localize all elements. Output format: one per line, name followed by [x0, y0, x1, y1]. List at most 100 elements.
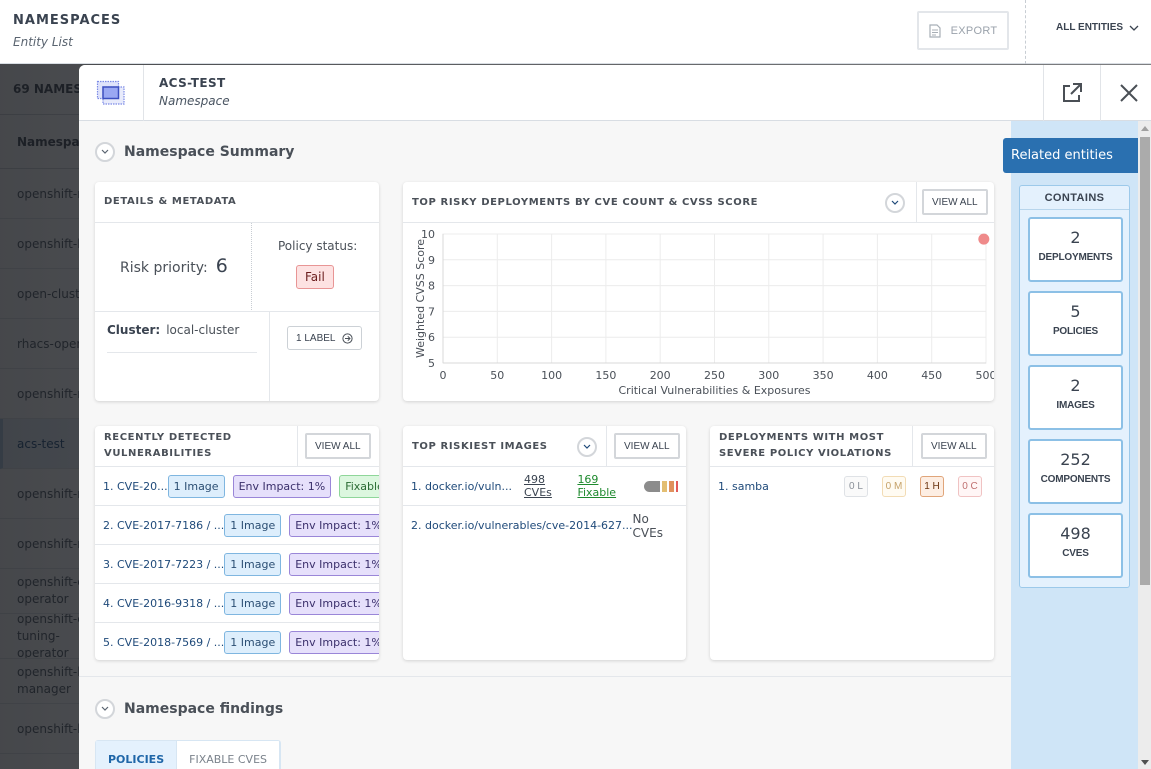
all-entities-label: ALL ENTITIES: [1056, 22, 1124, 33]
divider: [269, 311, 270, 401]
risky-deployments-chart-card: TOP RISKY DEPLOYMENTS BY CVE COUNT & CVS…: [403, 182, 994, 401]
cluster-info: Cluster: local-cluster: [107, 323, 239, 337]
tile-label: CVES: [1062, 548, 1089, 559]
view-all-button[interactable]: VIEW ALL: [921, 433, 987, 459]
critical-severity-count: 0 C: [958, 476, 982, 497]
divider: [95, 311, 379, 312]
chevron-down-icon: [1129, 25, 1139, 31]
tile-count: 252: [1060, 450, 1091, 469]
labels-button-text: 1 LABEL: [296, 332, 336, 344]
header-divider: [1025, 0, 1026, 64]
cve-link[interactable]: 4. CVE-2016-9318 / ...: [103, 597, 224, 610]
x-tick-label: 150: [595, 369, 616, 382]
card-title: TOP RISKY DEPLOYMENTS BY CVE COUNT & CVS…: [412, 197, 759, 208]
fixable-badge: Fixable: [339, 474, 379, 498]
page-title: NAMESPACES: [13, 13, 122, 28]
x-tick-label: 450: [921, 369, 942, 382]
medium-severity-count: 0 M: [882, 476, 906, 497]
card-title: DETAILS & METADATA: [104, 196, 237, 207]
card-title-line: RECENTLY DETECTED: [104, 432, 232, 443]
policy-status-badge: Fail: [296, 265, 334, 289]
deployment-link[interactable]: 1. samba: [718, 480, 830, 493]
scroll-down-arrow-icon[interactable]: [1141, 760, 1149, 765]
cve-link[interactable]: 3. CVE-2017-7223 / ...: [103, 558, 224, 571]
related-entities-title: Related entities: [1003, 138, 1138, 173]
no-cves-status: No CVEs: [632, 511, 663, 540]
divider: [297, 426, 298, 467]
cve-link[interactable]: 2. CVE-2017-7186 / ...: [103, 519, 224, 532]
card-header: TOP RISKIEST IMAGES VIEW ALL: [403, 426, 686, 467]
x-tick-label: 500: [976, 369, 995, 382]
tab-fixable-cves[interactable]: FIXABLE CVES: [177, 741, 281, 769]
list-item: 2. CVE-2017-7186 / ... 1 Image Env Impac…: [95, 506, 379, 545]
view-all-button[interactable]: VIEW ALL: [922, 189, 988, 215]
page-header: NAMESPACES Entity List EXPORT ALL ENTITI…: [0, 0, 1151, 64]
image-count-badge[interactable]: 1 Image: [224, 631, 282, 654]
all-entities-dropdown[interactable]: ALL ENTITIES: [1056, 22, 1139, 33]
panel-header: ACS-TEST Namespace: [79, 65, 1151, 121]
cve-count-link[interactable]: 498 CVEs: [524, 473, 571, 499]
related-tile-policies[interactable]: 5 POLICIES: [1028, 291, 1123, 356]
images-options-dropdown[interactable]: [577, 437, 597, 457]
related-tile-cves[interactable]: 498 CVES: [1028, 513, 1123, 578]
image-link[interactable]: 1. docker.io/vuln...: [411, 480, 512, 493]
chevron-down-icon: [583, 444, 591, 449]
related-tile-images[interactable]: 2 IMAGES: [1028, 365, 1123, 430]
divider: [606, 426, 607, 467]
entity-type: Namespace: [159, 94, 230, 108]
cve-link[interactable]: 5. CVE-2018-7569 / ...: [103, 636, 224, 649]
collapse-toggle[interactable]: [95, 699, 115, 719]
cluster-value: local-cluster: [166, 323, 240, 337]
tile-count: 2: [1070, 376, 1081, 395]
namespace-summary-toggle[interactable]: Namespace Summary: [95, 142, 294, 162]
fixable-count-link[interactable]: 169 Fixable: [577, 473, 634, 499]
related-tile-components[interactable]: 252 COMPONENTS: [1028, 439, 1123, 504]
list-item: 1. samba 0 L 0 M 1 H 0 C: [710, 467, 994, 506]
env-impact-badge: Env Impact: 1%: [289, 552, 379, 576]
tab-policies[interactable]: POLICIES: [96, 741, 178, 769]
contains-group: CONTAINS 2 DEPLOYMENTS 5 POLICIES 2 IMAG…: [1019, 185, 1130, 588]
list-item: 1. CVE-20... 1 Image Env Impact: 1% Fixa…: [95, 467, 379, 506]
card-title-line: DEPLOYMENTS WITH MOST: [719, 432, 885, 443]
chart-options-dropdown[interactable]: [885, 193, 905, 213]
collapse-toggle[interactable]: [95, 142, 115, 162]
image-count-badge[interactable]: 1 Image: [224, 513, 282, 537]
y-tick-label: 7: [428, 305, 435, 318]
tile-count: 5: [1070, 302, 1081, 321]
image-count-badge[interactable]: 1 Image: [224, 591, 282, 615]
card-header: TOP RISKY DEPLOYMENTS BY CVE COUNT & CVS…: [403, 182, 994, 223]
export-label: EXPORT: [950, 24, 998, 37]
recent-vulnerabilities-card: RECENTLY DETECTED VULNERABILITIES VIEW A…: [95, 426, 379, 660]
card-title: TOP RISKIEST IMAGES: [412, 441, 548, 452]
open-external-button[interactable]: [1043, 65, 1100, 121]
list-item: 1. docker.io/vuln... 498 CVEs 169 Fixabl…: [403, 467, 686, 506]
image-count-badge[interactable]: 1 Image: [224, 552, 282, 576]
findings-tabs: POLICIES FIXABLE CVES: [95, 740, 282, 769]
scroll-up-arrow-icon[interactable]: [1141, 126, 1149, 131]
labels-button[interactable]: 1 LABEL: [287, 326, 363, 350]
risk-priority: Risk priority: 6: [120, 255, 228, 277]
related-tile-deployments[interactable]: 2 DEPLOYMENTS: [1028, 217, 1123, 282]
image-count-badge[interactable]: 1 Image: [167, 474, 225, 498]
tile-label: POLICIES: [1052, 326, 1099, 337]
image-link[interactable]: 2. docker.io/vulnerables/cve-2014-627...: [411, 519, 633, 532]
namespace-findings-toggle[interactable]: Namespace findings: [95, 699, 283, 719]
panel-scrollbar[interactable]: [1138, 121, 1151, 769]
env-impact-badge: Env Impact: 1%: [289, 591, 379, 615]
details-metadata-card: DETAILS & METADATA Risk priority: 6 Poli…: [95, 182, 379, 401]
list-item: 4. CVE-2016-9318 / ... 1 Image Env Impac…: [95, 584, 379, 623]
scrollbar-thumb[interactable]: [1140, 137, 1150, 585]
export-button[interactable]: EXPORT: [917, 11, 1009, 50]
tile-label: IMAGES: [1056, 400, 1095, 411]
card-title: RECENTLY DETECTED VULNERABILITIES: [104, 430, 232, 462]
tile-label: DEPLOYMENTS: [1038, 252, 1113, 263]
view-all-button[interactable]: VIEW ALL: [305, 433, 371, 459]
risk-priority-label: Risk priority:: [120, 260, 208, 276]
tile-count: 2: [1070, 228, 1081, 247]
env-impact-badge: Env Impact: 1%: [289, 513, 379, 537]
close-panel-button[interactable]: [1100, 65, 1151, 121]
view-all-button[interactable]: VIEW ALL: [614, 433, 680, 459]
document-icon: [928, 23, 941, 38]
cve-link[interactable]: 1. CVE-20...: [103, 480, 168, 493]
y-tick-label: 8: [428, 280, 435, 293]
